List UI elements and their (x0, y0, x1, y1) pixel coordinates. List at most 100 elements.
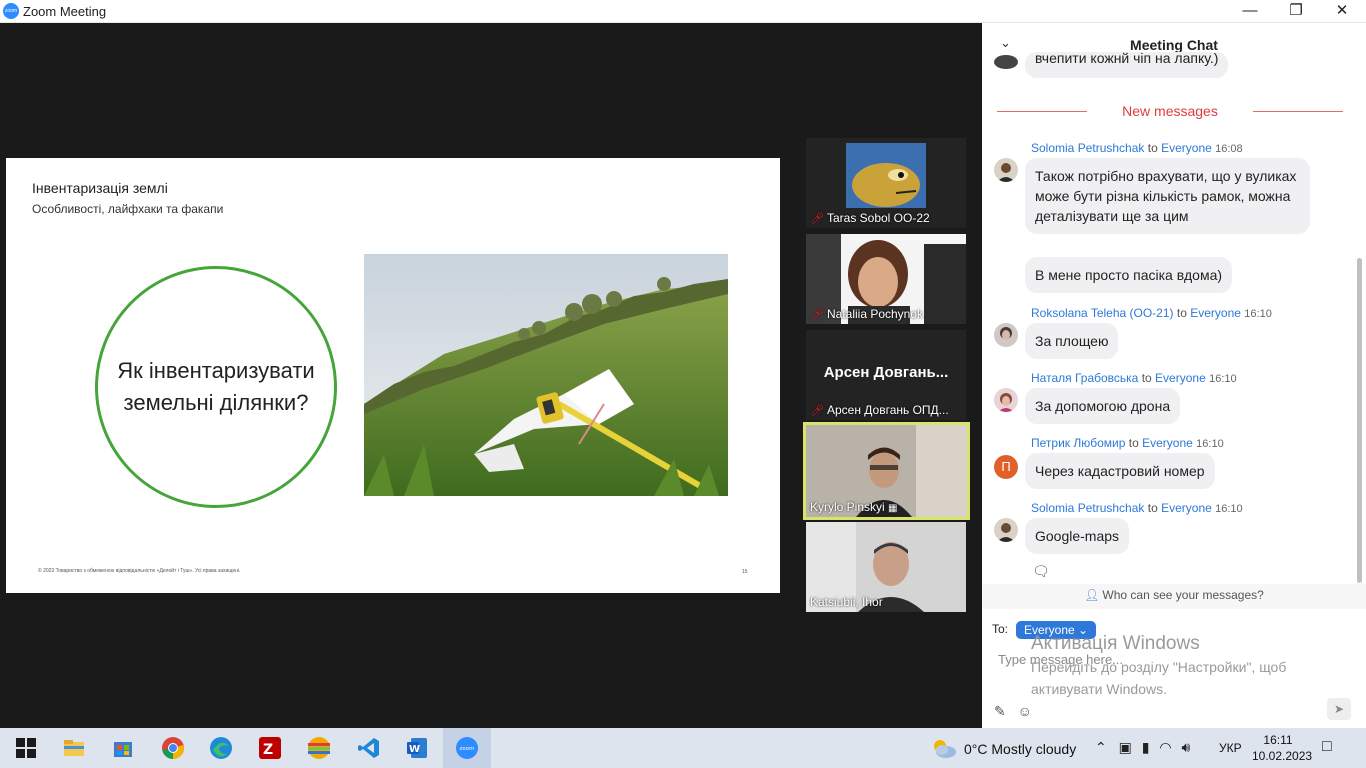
new-messages-divider: New messages (997, 103, 1343, 119)
participant-name: Kyrylo Pinskyi ▦ (810, 500, 898, 514)
avatar: П (994, 455, 1018, 479)
chat-message-bubble: вчепити кожнй чіп на лапку.) (1025, 52, 1229, 78)
message-time: 16:10 (1244, 308, 1272, 320)
who-can-see-link[interactable]: 👤︎ Who can see your messages? (982, 584, 1366, 609)
message-target[interactable]: Everyone (1161, 501, 1212, 515)
message-header: Solomia Petrushchak to Everyone 16:08 (1031, 141, 1243, 155)
minimize-button[interactable]: — (1227, 0, 1273, 23)
slide-circle: Як інвентаризувати земельні ділянки? (95, 266, 337, 508)
zoom-icon[interactable]: zoom (455, 736, 479, 760)
language-indicator[interactable]: УКР (1219, 741, 1242, 755)
weather-text[interactable]: 0°C Mostly cloudy (964, 741, 1076, 757)
zoom-app-icon: zoom (3, 3, 19, 19)
message-target[interactable]: Everyone (1142, 436, 1193, 450)
message-target[interactable]: Everyone (1190, 306, 1241, 320)
svg-text:zoom: zoom (460, 746, 475, 752)
volume-icon[interactable]: 🔊︎ (1181, 739, 1190, 755)
slide-circle-text: Як інвентаризувати земельні ділянки? (117, 358, 315, 415)
battery-icon[interactable]: ▮ (1142, 739, 1150, 755)
participant-tile[interactable]: 🎤︎ Nataliia Pochynok (806, 234, 966, 324)
file-explorer-icon[interactable] (62, 736, 86, 760)
store-icon[interactable] (111, 736, 135, 760)
windows-activation-watermark: Активація Windows Перейдіть до розділу "… (1031, 633, 1287, 697)
filezilla-icon[interactable]: Z (258, 736, 282, 760)
participant-tile[interactable]: 🎤︎ Taras Sobol OO-22 (806, 138, 966, 228)
clock-date: 10.02.2023 (1252, 749, 1313, 763)
shared-slide: Інвентаризація землі Особливості, лайфха… (6, 158, 780, 593)
message-header: Roksolana Teleha (OO-21) to Everyone 16:… (1031, 306, 1272, 320)
participant-name: 🎤︎ Taras Sobol OO-22 (810, 211, 930, 225)
message-target[interactable]: Everyone (1155, 371, 1206, 385)
windows-start-icon[interactable] (14, 736, 38, 760)
vscode-icon[interactable] (357, 736, 381, 760)
window-title: Zoom Meeting (23, 4, 107, 19)
system-tray: ⌃ ▣ ▮ ◠ 🔊︎ (1095, 739, 1190, 756)
maximize-button[interactable]: ❐ (1273, 0, 1319, 23)
weather-cloud-icon[interactable] (930, 736, 958, 760)
message-sender[interactable]: Наталя Грабовська (1031, 371, 1138, 385)
avatar (994, 388, 1018, 412)
slide-footer: © 2023 Товариство з обмеженою відповідал… (38, 568, 241, 574)
message-time: 16:10 (1215, 503, 1243, 515)
emoji-icon[interactable]: ☺ (1018, 703, 1032, 719)
message-sender[interactable]: Петрик Любомир (1031, 436, 1125, 450)
format-icon[interactable]: ✎ (994, 703, 1006, 719)
meeting-main-area: Інвентаризація землі Особливості, лайфха… (0, 23, 982, 728)
to-label: To: (992, 622, 1009, 636)
message-sender[interactable]: Solomia Petrushchak (1031, 141, 1144, 155)
wifi-icon[interactable]: ◠ (1159, 739, 1171, 755)
svg-text:Z: Z (263, 742, 273, 758)
chrome-icon[interactable] (161, 736, 185, 760)
participant-name: Katsiubii, Ihor (810, 595, 883, 609)
chat-message-bubble: Через кадастровий номер (1025, 453, 1215, 489)
chat-toolbar: ✎ ☺ (994, 703, 1032, 720)
meet-now-icon[interactable]: ▣ (1119, 739, 1132, 755)
mic-muted-icon: 🎤︎ (810, 405, 824, 417)
chat-panel: ⌄ Meeting Chat вчепити кожнй чіп на лапк… (982, 23, 1366, 728)
message-target[interactable]: Everyone (1161, 141, 1212, 155)
close-button[interactable]: ✕ (1319, 0, 1365, 23)
slide-title: Інвентаризація землі (32, 180, 168, 196)
word-icon[interactable]: W (405, 736, 429, 760)
title-bar: zoom Zoom Meeting — ❐ ✕ (0, 0, 1366, 23)
participant-name: 🎤︎ Арсен Довгань ОПД... (810, 403, 949, 417)
message-sender[interactable]: Solomia Petrushchak (1031, 501, 1144, 515)
mic-muted-icon: 🎤︎ (810, 309, 824, 321)
message-header: Петрик Любомир to Everyone 16:10 (1031, 436, 1224, 450)
signal-icon: ▦ (888, 503, 898, 514)
taskbar: Z W zoom 0°C Mostly cloudy ⌃ ▣ ▮ ◠ 🔊︎ УК… (0, 728, 1366, 768)
send-button[interactable]: ➤ (1327, 698, 1351, 720)
chat-title: Meeting Chat (1130, 37, 1218, 53)
notification-icon[interactable]: □ (1322, 738, 1332, 756)
chat-message-bubble: За допомогою дрона (1025, 388, 1181, 424)
person-icon: 👤︎ (1084, 588, 1100, 602)
chat-message-bubble: Google-maps (1025, 518, 1130, 554)
app-icon[interactable] (307, 736, 331, 760)
chat-message-bubble: Також потрібно врахувати, що у вуликах м… (1025, 158, 1310, 234)
chat-message-bubble: В мене просто пасіка вдома) (1025, 257, 1233, 293)
participant-display-name: Арсен Довгань... (823, 364, 949, 381)
participant-tile[interactable]: Katsiubii, Ihor (806, 522, 966, 612)
reply-icon[interactable]: 🗨︎ (1032, 563, 1050, 580)
edge-icon[interactable] (209, 736, 233, 760)
avatar (994, 55, 1018, 69)
chevron-up-icon[interactable]: ⌃ (1095, 739, 1107, 755)
message-time: 16:10 (1196, 438, 1224, 450)
participant-tile-active-speaker[interactable]: Kyrylo Pinskyi ▦ (803, 422, 970, 520)
message-sender[interactable]: Roksolana Teleha (OO-21) (1031, 306, 1174, 320)
mic-muted-icon: 🎤︎ (810, 213, 824, 225)
clock[interactable]: 16:11 10.02.2023 (1252, 732, 1313, 764)
participant-tile[interactable]: Арсен Довгань... 🎤︎ Арсен Довгань ОПД... (806, 330, 966, 420)
participant-avatar-image (846, 143, 926, 208)
message-time: 16:08 (1215, 143, 1243, 155)
chat-message-bubble: За площею (1025, 323, 1119, 359)
avatar (994, 158, 1018, 182)
avatar (994, 323, 1018, 347)
message-header: Наталя Грабовська to Everyone 16:10 (1031, 371, 1237, 385)
clock-time: 16:11 (1263, 733, 1293, 747)
svg-text:W: W (409, 744, 420, 755)
slide-subtitle: Особливості, лайфхаки та факапи (32, 202, 224, 216)
participant-name: 🎤︎ Nataliia Pochynok (810, 307, 924, 321)
avatar (994, 518, 1018, 542)
chat-scrollbar[interactable] (1357, 58, 1362, 583)
